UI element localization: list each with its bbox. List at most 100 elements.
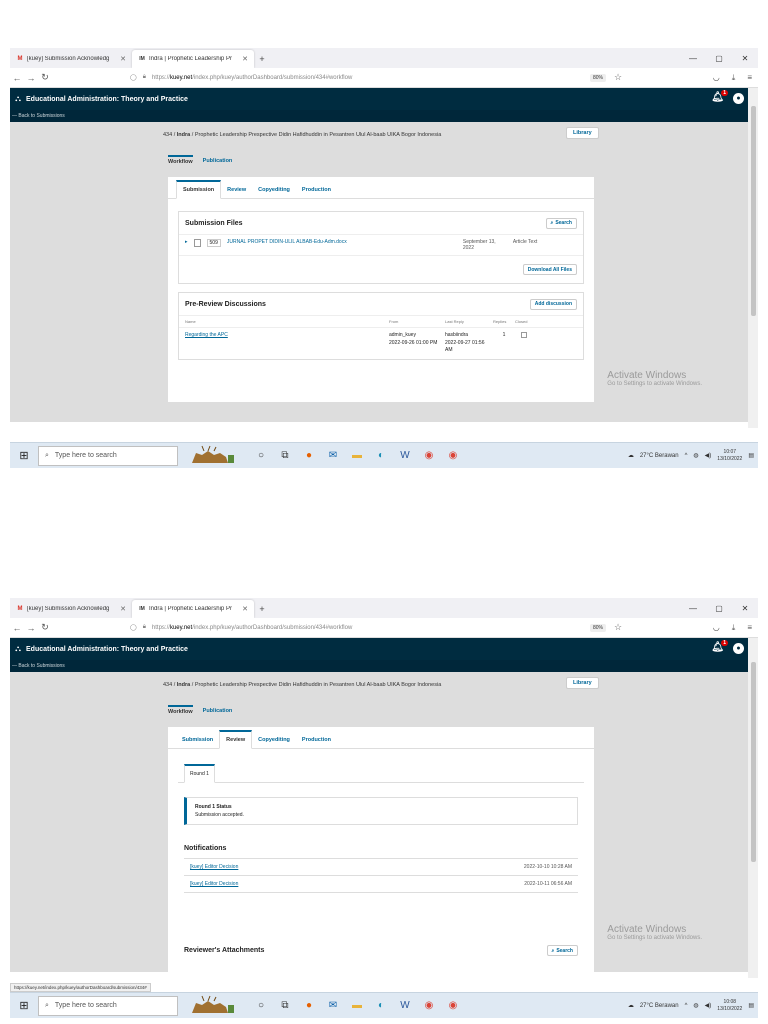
taskbar-clock[interactable]: 10:07 13/10/2022: [717, 449, 742, 462]
weather-icon[interactable]: ☁: [628, 452, 634, 459]
add-discussion-button[interactable]: Add discussion: [529, 298, 577, 310]
back-to-submissions-link[interactable]: — Back to Submissions: [12, 113, 65, 119]
chrome-profile-icon[interactable]: ◉: [444, 447, 462, 465]
taskbar-search[interactable]: ⌕ Type here to search: [38, 995, 178, 1016]
new-tab-button[interactable]: +: [254, 50, 270, 68]
edge-icon[interactable]: ◐: [372, 447, 390, 465]
chrome-icon[interactable]: ◉: [420, 447, 438, 465]
search-files-button[interactable]: ⌕ Search: [545, 217, 577, 229]
deer-search-highlight-icon[interactable]: [182, 444, 242, 467]
network-icon[interactable]: ◍: [693, 1002, 698, 1009]
reload-icon[interactable]: ↻: [38, 622, 52, 633]
back-to-submissions-link[interactable]: — Back to Submissions: [12, 663, 65, 669]
word-icon[interactable]: W: [396, 997, 414, 1015]
library-button[interactable]: Library: [566, 127, 599, 139]
tab-workflow[interactable]: Workflow: [168, 155, 193, 168]
menu-icon[interactable]: ≡: [747, 623, 752, 633]
file-row[interactable]: ▸ 509 JURNAL PROPET DIDIN-ULIL ALBAB-Edu…: [179, 234, 583, 255]
browser-tab-gmail[interactable]: M [kuey] Submission Acknowledg ✕: [10, 50, 132, 68]
close-window-icon[interactable]: ✕: [732, 598, 758, 618]
reload-icon[interactable]: ↻: [38, 72, 52, 83]
notification-center-icon[interactable]: ▤: [748, 1002, 754, 1009]
search-attachments-button[interactable]: ⌕ Search: [546, 945, 578, 956]
close-tab-icon[interactable]: ✕: [242, 55, 248, 63]
word-icon[interactable]: W: [396, 447, 414, 465]
volume-icon[interactable]: ◀): [705, 1002, 712, 1009]
expand-chevron-icon[interactable]: ▸: [185, 239, 188, 245]
download-icon[interactable]: ⤓: [732, 623, 736, 633]
site-title[interactable]: Educational Administration: Theory and P…: [26, 646, 188, 653]
pocket-icon[interactable]: ◡: [713, 623, 720, 633]
chrome-profile-icon[interactable]: ◉: [444, 997, 462, 1015]
site-title[interactable]: Educational Administration: Theory and P…: [26, 96, 188, 103]
file-explorer-icon[interactable]: ▬: [348, 447, 366, 465]
browser-tab-indra[interactable]: IM Indra | Prophetic Leadership Pr ✕: [132, 600, 254, 618]
tab-review[interactable]: Review: [221, 182, 252, 198]
tray-chevron-icon[interactable]: ^: [685, 453, 688, 459]
tab-round-1[interactable]: Round 1: [184, 764, 215, 783]
browser-tab-gmail[interactable]: M [kuey] Submission Acknowledg ✕: [10, 600, 132, 618]
site-tree-icon[interactable]: ⛬: [10, 94, 26, 104]
back-icon[interactable]: ←: [10, 73, 24, 83]
tab-submission[interactable]: Submission: [176, 732, 219, 748]
tab-publication[interactable]: Publication: [203, 705, 233, 718]
library-button[interactable]: Library: [566, 677, 599, 689]
forward-icon[interactable]: →: [24, 73, 38, 83]
taskbar-clock[interactable]: 10:08 13/10/2022: [717, 999, 742, 1012]
scrollbar-thumb[interactable]: [751, 662, 756, 862]
notifications-bell-icon[interactable]: 🔔︎ 1: [711, 90, 728, 103]
task-view-icon[interactable]: ⧉: [276, 447, 294, 465]
notification-link[interactable]: [kuey] Editor Decision: [190, 881, 238, 887]
maximize-icon[interactable]: ▢: [706, 598, 732, 618]
close-tab-icon[interactable]: ✕: [242, 605, 248, 613]
volume-icon[interactable]: ◀): [705, 452, 712, 459]
page-scrollbar[interactable]: [748, 638, 758, 978]
weather-text[interactable]: 27°C Berawan: [640, 1003, 679, 1009]
file-explorer-icon[interactable]: ▬: [348, 997, 366, 1015]
url-field[interactable]: ◯ 🔒︎ https://kuey.net/index.php/kuey/aut…: [130, 624, 352, 631]
tab-copyediting[interactable]: Copyediting: [252, 182, 296, 198]
browser-tab-indra[interactable]: IM Indra | Prophetic Leadership Pr ✕: [132, 50, 254, 68]
maximize-icon[interactable]: ▢: [706, 48, 732, 68]
windows-start-icon[interactable]: ⊞: [10, 449, 38, 462]
tab-submission[interactable]: Submission: [176, 180, 222, 199]
bookmark-star-icon[interactable]: ☆: [614, 72, 622, 83]
page-scrollbar[interactable]: [748, 88, 758, 428]
tab-workflow[interactable]: Workflow: [168, 705, 193, 718]
tab-copyediting[interactable]: Copyediting: [252, 732, 296, 748]
mail-icon[interactable]: ✉: [324, 997, 342, 1015]
mail-icon[interactable]: ✉: [324, 447, 342, 465]
notifications-bell-icon[interactable]: 🔔︎ 1: [711, 640, 728, 653]
file-name-link[interactable]: JURNAL PROPET DIDIN-ULIL ALBAB-Edu-Adm.d…: [227, 239, 457, 245]
minimize-icon[interactable]: —: [680, 598, 706, 618]
close-tab-icon[interactable]: ✕: [120, 605, 126, 613]
notification-link[interactable]: [kuey] Editor Decision: [190, 864, 238, 870]
minimize-icon[interactable]: —: [680, 48, 706, 68]
cortana-icon[interactable]: ○: [252, 447, 270, 465]
windows-start-icon[interactable]: ⊞: [10, 999, 38, 1012]
menu-icon[interactable]: ≡: [747, 73, 752, 83]
cortana-icon[interactable]: ○: [252, 997, 270, 1015]
tab-review[interactable]: Review: [219, 730, 253, 749]
user-avatar-icon[interactable]: ●: [733, 93, 744, 104]
discussion-link[interactable]: Regarding the APC: [185, 332, 389, 338]
forward-icon[interactable]: →: [24, 623, 38, 633]
close-tab-icon[interactable]: ✕: [120, 55, 126, 63]
pocket-icon[interactable]: ◡: [713, 73, 720, 83]
scrollbar-thumb[interactable]: [751, 106, 756, 316]
url-field[interactable]: ◯ 🔒︎ https://kuey.net/index.php/kuey/aut…: [130, 74, 352, 81]
bookmark-star-icon[interactable]: ☆: [614, 622, 622, 633]
zoom-level[interactable]: 80%: [590, 73, 607, 82]
network-icon[interactable]: ◍: [693, 452, 698, 459]
closed-checkbox[interactable]: [521, 332, 527, 338]
user-avatar-icon[interactable]: ●: [733, 643, 744, 654]
weather-text[interactable]: 27°C Berawan: [640, 453, 679, 459]
zoom-level[interactable]: 80%: [590, 623, 607, 632]
close-window-icon[interactable]: ✕: [732, 48, 758, 68]
tab-production[interactable]: Production: [296, 182, 337, 198]
download-icon[interactable]: ⤓: [732, 73, 736, 83]
back-icon[interactable]: ←: [10, 623, 24, 633]
site-tree-icon[interactable]: ⛬: [10, 644, 26, 654]
taskbar-search[interactable]: ⌕ Type here to search: [38, 445, 178, 466]
weather-icon[interactable]: ☁: [628, 1002, 634, 1009]
